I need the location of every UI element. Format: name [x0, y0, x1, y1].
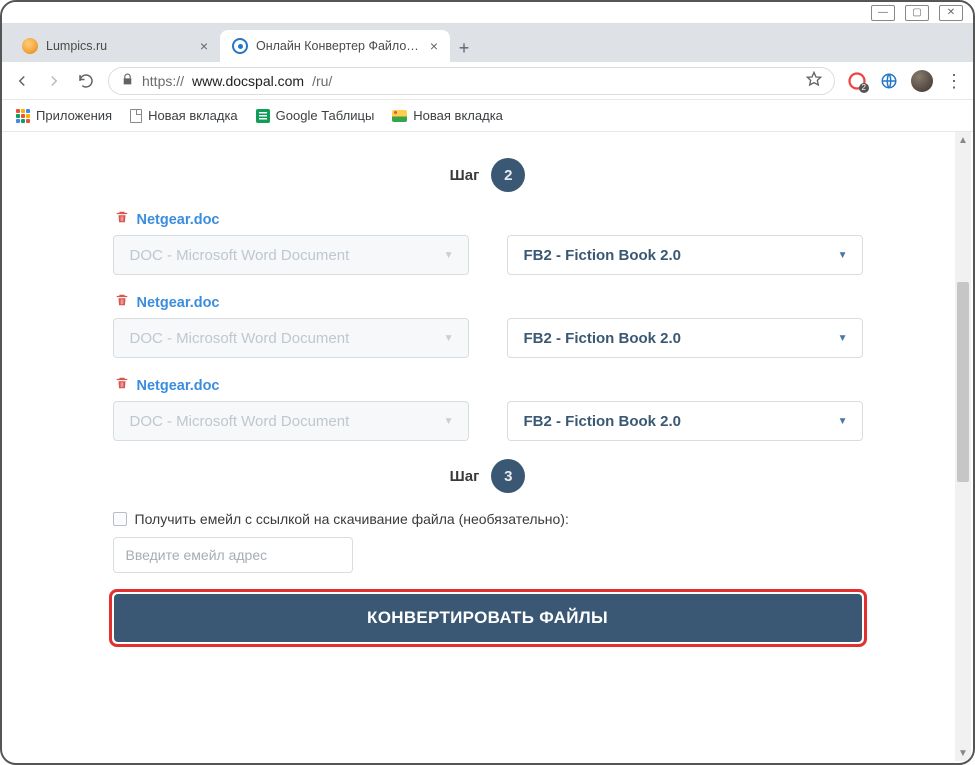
email-placeholder: Введите емейл адрес — [126, 547, 268, 563]
convert-button[interactable]: КОНВЕРТИРОВАТЬ ФАЙЛЫ — [114, 594, 862, 642]
chevron-down-icon: ▼ — [838, 333, 848, 344]
target-format-select[interactable]: FB2 - Fiction Book 2.0 ▼ — [507, 318, 863, 358]
page-viewport: Шаг 2 Netgear.doc DOC - Microsoft Word D… — [4, 132, 971, 761]
file-block: Netgear.doc DOC - Microsoft Word Documen… — [73, 210, 903, 275]
extension-globe-icon[interactable] — [879, 71, 899, 91]
scrollbar-track[interactable]: ▲ ▼ — [955, 132, 971, 761]
file-name[interactable]: Netgear.doc — [137, 212, 220, 228]
browser-toolbar: https:// www.docspal.com/ru/ 2 ⋮ — [2, 62, 973, 100]
chevron-down-icon: ▼ — [838, 416, 848, 427]
browser-menu-button[interactable]: ⋮ — [945, 72, 963, 90]
scroll-down-arrow[interactable]: ▼ — [955, 745, 971, 761]
apps-grid-icon — [16, 109, 30, 123]
tab-close-icon[interactable]: × — [430, 39, 438, 53]
converter-card: Шаг 2 Netgear.doc DOC - Microsoft Word D… — [73, 132, 903, 677]
picture-icon — [392, 110, 407, 122]
file-name[interactable]: Netgear.doc — [137, 295, 220, 311]
page-icon — [130, 109, 142, 123]
checkbox[interactable] — [113, 512, 127, 526]
browser-tab-lumpics[interactable]: Lumpics.ru × — [10, 30, 220, 62]
step-label: Шаг — [450, 167, 480, 184]
tab-title: Онлайн Конвертер Файлов - Dc — [256, 39, 422, 53]
reload-button[interactable] — [76, 72, 96, 90]
chevron-down-icon: ▼ — [444, 416, 454, 427]
trash-icon[interactable] — [115, 376, 129, 395]
select-value: FB2 - Fiction Book 2.0 — [524, 413, 682, 430]
target-format-select[interactable]: FB2 - Fiction Book 2.0 ▼ — [507, 401, 863, 441]
step-3-header: Шаг 3 — [73, 459, 903, 493]
favicon-icon — [232, 38, 248, 54]
email-checkbox-row[interactable]: Получить емейл с ссылкой на скачивание ф… — [73, 511, 903, 527]
select-value: FB2 - Fiction Book 2.0 — [524, 247, 682, 264]
step-number-badge: 3 — [491, 459, 525, 493]
step-label: Шаг — [450, 468, 480, 485]
step-2-header: Шаг 2 — [73, 158, 903, 192]
back-button[interactable] — [12, 72, 32, 90]
bookmark-label: Google Таблицы — [276, 108, 375, 123]
bookmark-label: Приложения — [36, 108, 112, 123]
scroll-up-arrow[interactable]: ▲ — [955, 132, 971, 148]
browser-tabstrip: Lumpics.ru × Онлайн Конвертер Файлов - D… — [2, 24, 973, 62]
step-number-badge: 2 — [491, 158, 525, 192]
source-format-select[interactable]: DOC - Microsoft Word Document ▼ — [113, 235, 469, 275]
select-value: FB2 - Fiction Book 2.0 — [524, 330, 682, 347]
new-tab-button[interactable]: + — [450, 34, 478, 62]
source-format-select[interactable]: DOC - Microsoft Word Document ▼ — [113, 318, 469, 358]
bookmark-apps[interactable]: Приложения — [16, 108, 112, 123]
window-close[interactable]: ✕ — [939, 5, 963, 21]
tab-close-icon[interactable]: × — [200, 39, 208, 53]
file-block: Netgear.doc DOC - Microsoft Word Documen… — [73, 293, 903, 358]
window-maximize[interactable]: ▢ — [905, 5, 929, 21]
window-titlebar: — ▢ ✕ — [2, 2, 973, 24]
favicon-icon — [22, 38, 38, 54]
trash-icon[interactable] — [115, 210, 129, 229]
bookmark-label: Новая вкладка — [148, 108, 238, 123]
address-bar[interactable]: https:// www.docspal.com/ru/ — [108, 67, 835, 95]
lock-icon — [121, 73, 134, 89]
chevron-down-icon: ▼ — [444, 250, 454, 261]
scrollbar-thumb[interactable] — [957, 282, 969, 482]
bookmark-sheets[interactable]: Google Таблицы — [256, 108, 375, 123]
url-scheme: https:// — [142, 73, 184, 89]
url-path: /ru/ — [312, 73, 332, 89]
select-value: DOC - Microsoft Word Document — [130, 413, 350, 430]
select-value: DOC - Microsoft Word Document — [130, 247, 350, 264]
source-format-select[interactable]: DOC - Microsoft Word Document ▼ — [113, 401, 469, 441]
trash-icon[interactable] — [115, 293, 129, 312]
select-value: DOC - Microsoft Word Document — [130, 330, 350, 347]
file-name[interactable]: Netgear.doc — [137, 378, 220, 394]
chevron-down-icon: ▼ — [444, 333, 454, 344]
convert-highlight-frame: КОНВЕРТИРОВАТЬ ФАЙЛЫ — [109, 589, 867, 647]
extension-badge: 2 — [859, 83, 869, 93]
bookmark-label: Новая вкладка — [413, 108, 503, 123]
bookmark-newtab-2[interactable]: Новая вкладка — [392, 108, 503, 123]
bookmark-star-icon[interactable] — [806, 71, 822, 90]
profile-avatar[interactable] — [911, 70, 933, 92]
chevron-down-icon: ▼ — [838, 250, 848, 261]
window-minimize[interactable]: — — [871, 5, 895, 21]
target-format-select[interactable]: FB2 - Fiction Book 2.0 ▼ — [507, 235, 863, 275]
sheets-icon — [256, 109, 270, 123]
bookmarks-bar: Приложения Новая вкладка Google Таблицы … — [2, 100, 973, 132]
forward-button[interactable] — [44, 72, 64, 90]
url-host: www.docspal.com — [192, 73, 304, 89]
bookmark-newtab-1[interactable]: Новая вкладка — [130, 108, 238, 123]
email-input[interactable]: Введите емейл адрес — [113, 537, 353, 573]
file-block: Netgear.doc DOC - Microsoft Word Documen… — [73, 376, 903, 441]
browser-tab-docspal[interactable]: Онлайн Конвертер Файлов - Dc × — [220, 30, 450, 62]
tab-title: Lumpics.ru — [46, 39, 192, 53]
extension-opera-icon[interactable]: 2 — [847, 71, 867, 91]
checkbox-label: Получить емейл с ссылкой на скачивание ф… — [135, 511, 569, 527]
